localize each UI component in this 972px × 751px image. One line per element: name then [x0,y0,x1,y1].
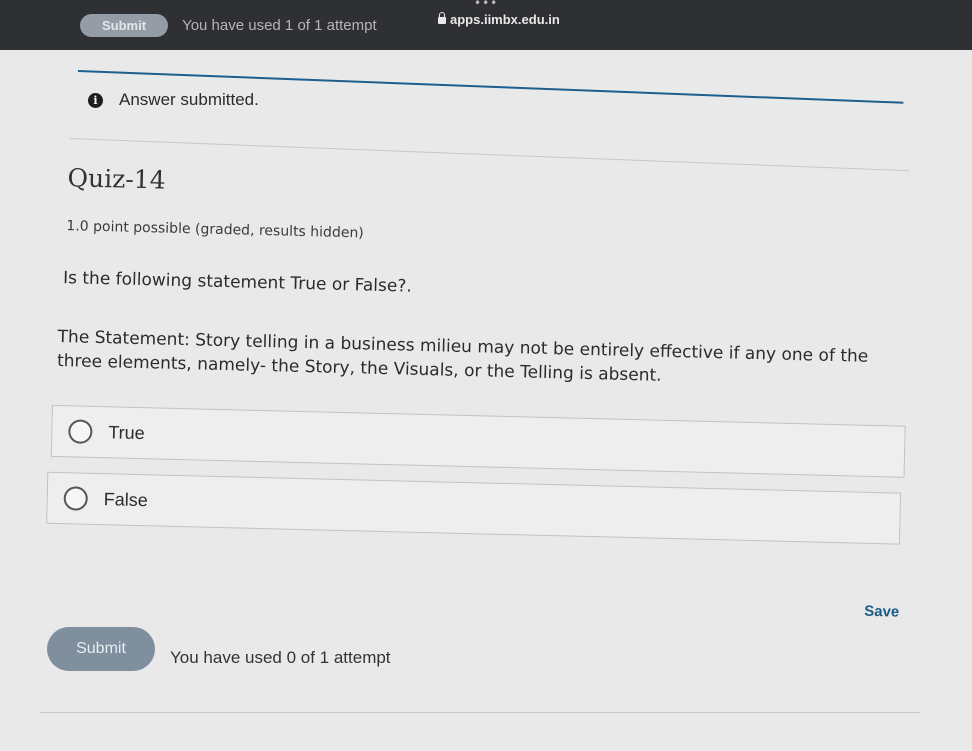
points-info: 1.0 point possible (graded, results hidd… [66,218,364,242]
option-false[interactable]: False [46,471,902,545]
statement-text: The Statement: Story telling in a busine… [56,326,869,386]
bottom-divider [40,712,920,713]
radio-false[interactable] [63,486,89,511]
browser-menu-dots-icon[interactable]: ••• [474,0,498,10]
radio-true[interactable] [68,419,93,444]
option-true-label: True [108,421,145,443]
attempt-count: You have used 0 of 1 attempt [170,648,391,667]
option-false-label: False [103,488,148,510]
quiz-title: Quiz-14 [67,163,166,195]
question-text: Is the following statement True or False… [62,268,413,297]
option-true[interactable]: True [50,404,906,478]
save-button[interactable]: Save [864,603,899,621]
submit-button[interactable]: Submit [47,627,155,671]
